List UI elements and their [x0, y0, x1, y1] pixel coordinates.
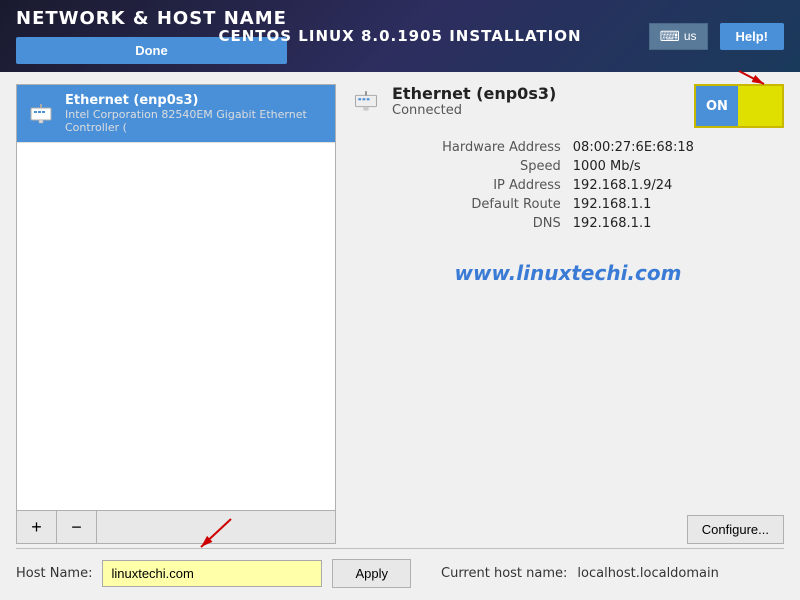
network-list: Ethernet (enp0s3) Intel Corporation 8254…: [16, 84, 336, 511]
hostname-arrow: [171, 511, 251, 555]
current-host-value: localhost.localdomain: [577, 566, 718, 581]
keyboard-icon: ⌨: [660, 28, 680, 45]
hostname-label: Host Name:: [16, 566, 92, 581]
current-host-label: Current host name:: [441, 566, 567, 581]
add-network-button[interactable]: +: [17, 511, 57, 543]
toggle-arrow: [734, 66, 774, 90]
apply-button[interactable]: Apply: [332, 559, 411, 588]
remove-network-button[interactable]: −: [57, 511, 97, 543]
help-button[interactable]: Help!: [720, 23, 785, 50]
eth-detail-status: Connected: [392, 103, 556, 118]
route-value: 192.168.1.1: [573, 197, 784, 212]
ethernet-icon: [27, 100, 55, 128]
route-label: Default Route: [352, 197, 561, 212]
page-title: NETWORK & HOST NAME: [16, 8, 287, 29]
ip-value: 192.168.1.9/24: [573, 178, 784, 193]
locale-label: us: [684, 29, 697, 43]
toggle-switch[interactable]: ON: [694, 84, 784, 128]
dns-value: 192.168.1.1: [573, 216, 784, 231]
network-item-desc: Intel Corporation 82540EM Gigabit Ethern…: [65, 108, 325, 134]
locale-button[interactable]: ⌨ us: [649, 23, 708, 50]
speed-value: 1000 Mb/s: [573, 159, 784, 174]
hostname-input[interactable]: [102, 560, 322, 587]
centos-title: CENTOS LINUX 8.0.1905 INSTALLATION: [218, 27, 581, 45]
configure-button[interactable]: Configure...: [687, 515, 784, 544]
network-info-table: Hardware Address 08:00:27:6E:68:18 Speed…: [352, 140, 784, 231]
dns-label: DNS: [352, 216, 561, 231]
toggle-on-label: ON: [696, 86, 738, 126]
toggle-slider: [738, 86, 782, 126]
eth-detail-name: Ethernet (enp0s3): [392, 84, 556, 103]
hw-addr-label: Hardware Address: [352, 140, 561, 155]
network-item-name: Ethernet (enp0s3): [65, 93, 325, 108]
network-item[interactable]: Ethernet (enp0s3) Intel Corporation 8254…: [17, 85, 335, 143]
eth-detail-icon: [352, 87, 380, 115]
speed-label: Speed: [352, 159, 561, 174]
watermark-text: www.linuxtechi.com: [352, 261, 784, 285]
hw-addr-value: 08:00:27:6E:68:18: [573, 140, 784, 155]
ip-label: IP Address: [352, 178, 561, 193]
